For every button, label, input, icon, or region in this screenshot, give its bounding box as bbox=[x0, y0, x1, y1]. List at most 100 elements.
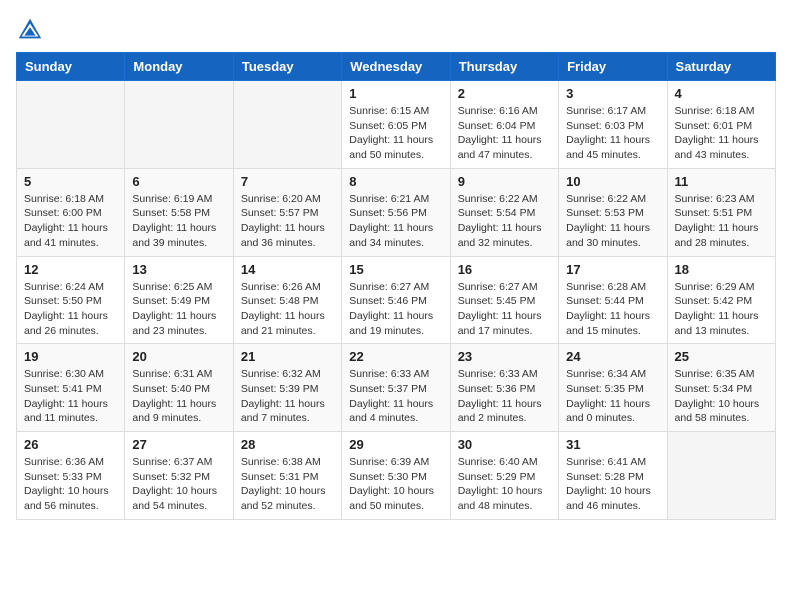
calendar-cell: 26 Sunrise: 6:36 AM Sunset: 5:33 PM Dayli… bbox=[17, 432, 125, 520]
day-info: Sunrise: 6:40 AM Sunset: 5:29 PM Dayligh… bbox=[458, 455, 551, 514]
day-number: 15 bbox=[349, 262, 442, 277]
weekday-header-wednesday: Wednesday bbox=[342, 53, 450, 81]
day-info: Sunrise: 6:18 AM Sunset: 6:00 PM Dayligh… bbox=[24, 192, 117, 251]
calendar-cell: 16 Sunrise: 6:27 AM Sunset: 5:45 PM Dayli… bbox=[450, 256, 558, 344]
day-info: Sunrise: 6:28 AM Sunset: 5:44 PM Dayligh… bbox=[566, 280, 659, 339]
calendar-cell: 4Sunrise: 6:18 AM Sunset: 6:01 PM Daylig… bbox=[667, 81, 775, 169]
calendar-cell: 18Sunrise: 6:29 AM Sunset: 5:42 PM Dayli… bbox=[667, 256, 775, 344]
day-number: 1 bbox=[349, 86, 442, 101]
calendar-cell bbox=[125, 81, 233, 169]
day-info: Sunrise: 6:18 AM Sunset: 6:01 PM Dayligh… bbox=[675, 104, 768, 163]
calendar-cell: 2 Sunrise: 6:16 AM Sunset: 6:04 PM Daylig… bbox=[450, 81, 558, 169]
calendar-week-row: 19 Sunrise: 6:30 AM Sunset: 5:41 PM Dayli… bbox=[17, 344, 776, 432]
day-info: Sunrise: 6:32 AM Sunset: 5:39 PM Dayligh… bbox=[241, 367, 334, 426]
calendar-week-row: 26 Sunrise: 6:36 AM Sunset: 5:33 PM Dayli… bbox=[17, 432, 776, 520]
calendar-cell: 25 Sunrise: 6:35 AM Sunset: 5:34 PM Dayli… bbox=[667, 344, 775, 432]
day-info: Sunrise: 6:33 AM Sunset: 5:36 PM Dayligh… bbox=[458, 367, 551, 426]
day-number: 26 bbox=[24, 437, 117, 452]
day-number: 20 bbox=[132, 349, 225, 364]
calendar-cell: 11 Sunrise: 6:23 AM Sunset: 5:51 PM Dayli… bbox=[667, 168, 775, 256]
calendar-cell: 21 Sunrise: 6:32 AM Sunset: 5:39 PM Dayli… bbox=[233, 344, 341, 432]
day-info: Sunrise: 6:15 AM Sunset: 6:05 PM Dayligh… bbox=[349, 104, 442, 163]
day-number: 3 bbox=[566, 86, 659, 101]
calendar-cell: 22 Sunrise: 6:33 AM Sunset: 5:37 PM Dayli… bbox=[342, 344, 450, 432]
calendar-cell: 9Sunrise: 6:22 AM Sunset: 5:54 PM Daylig… bbox=[450, 168, 558, 256]
day-info: Sunrise: 6:35 AM Sunset: 5:34 PM Dayligh… bbox=[675, 367, 768, 426]
day-number: 28 bbox=[241, 437, 334, 452]
day-number: 21 bbox=[241, 349, 334, 364]
calendar-cell: 20 Sunrise: 6:31 AM Sunset: 5:40 PM Dayli… bbox=[125, 344, 233, 432]
calendar-cell: 31 Sunrise: 6:41 AM Sunset: 5:28 PM Dayli… bbox=[559, 432, 667, 520]
calendar-cell bbox=[667, 432, 775, 520]
calendar-cell: 12 Sunrise: 6:24 AM Sunset: 5:50 PM Dayli… bbox=[17, 256, 125, 344]
logo bbox=[16, 16, 48, 44]
day-info: Sunrise: 6:31 AM Sunset: 5:40 PM Dayligh… bbox=[132, 367, 225, 426]
day-info: Sunrise: 6:34 AM Sunset: 5:35 PM Dayligh… bbox=[566, 367, 659, 426]
calendar-cell: 15 Sunrise: 6:27 AM Sunset: 5:46 PM Dayli… bbox=[342, 256, 450, 344]
calendar-cell bbox=[233, 81, 341, 169]
calendar-week-row: 1 Sunrise: 6:15 AM Sunset: 6:05 PM Daylig… bbox=[17, 81, 776, 169]
calendar-cell: 13 Sunrise: 6:25 AM Sunset: 5:49 PM Dayli… bbox=[125, 256, 233, 344]
day-number: 14 bbox=[241, 262, 334, 277]
day-info: Sunrise: 6:33 AM Sunset: 5:37 PM Dayligh… bbox=[349, 367, 442, 426]
calendar-cell: 30 Sunrise: 6:40 AM Sunset: 5:29 PM Dayli… bbox=[450, 432, 558, 520]
day-number: 13 bbox=[132, 262, 225, 277]
page-header bbox=[16, 16, 776, 44]
calendar-cell: 14 Sunrise: 6:26 AM Sunset: 5:48 PM Dayli… bbox=[233, 256, 341, 344]
day-number: 12 bbox=[24, 262, 117, 277]
calendar-cell: 3 Sunrise: 6:17 AM Sunset: 6:03 PM Daylig… bbox=[559, 81, 667, 169]
day-number: 2 bbox=[458, 86, 551, 101]
calendar-cell: 29 Sunrise: 6:39 AM Sunset: 5:30 PM Dayli… bbox=[342, 432, 450, 520]
day-number: 16 bbox=[458, 262, 551, 277]
calendar-cell: 24 Sunrise: 6:34 AM Sunset: 5:35 PM Dayli… bbox=[559, 344, 667, 432]
day-info: Sunrise: 6:30 AM Sunset: 5:41 PM Dayligh… bbox=[24, 367, 117, 426]
weekday-header-tuesday: Tuesday bbox=[233, 53, 341, 81]
calendar-week-row: 5Sunrise: 6:18 AM Sunset: 6:00 PM Daylig… bbox=[17, 168, 776, 256]
day-info: Sunrise: 6:22 AM Sunset: 5:54 PM Dayligh… bbox=[458, 192, 551, 251]
day-number: 24 bbox=[566, 349, 659, 364]
day-number: 17 bbox=[566, 262, 659, 277]
day-info: Sunrise: 6:27 AM Sunset: 5:46 PM Dayligh… bbox=[349, 280, 442, 339]
day-number: 19 bbox=[24, 349, 117, 364]
calendar-week-row: 12 Sunrise: 6:24 AM Sunset: 5:50 PM Dayli… bbox=[17, 256, 776, 344]
day-info: Sunrise: 6:23 AM Sunset: 5:51 PM Dayligh… bbox=[675, 192, 768, 251]
day-number: 27 bbox=[132, 437, 225, 452]
day-info: Sunrise: 6:39 AM Sunset: 5:30 PM Dayligh… bbox=[349, 455, 442, 514]
day-info: Sunrise: 6:17 AM Sunset: 6:03 PM Dayligh… bbox=[566, 104, 659, 163]
day-info: Sunrise: 6:22 AM Sunset: 5:53 PM Dayligh… bbox=[566, 192, 659, 251]
calendar-cell: 1 Sunrise: 6:15 AM Sunset: 6:05 PM Daylig… bbox=[342, 81, 450, 169]
calendar-cell: 10Sunrise: 6:22 AM Sunset: 5:53 PM Dayli… bbox=[559, 168, 667, 256]
calendar-cell: 23Sunrise: 6:33 AM Sunset: 5:36 PM Dayli… bbox=[450, 344, 558, 432]
day-number: 29 bbox=[349, 437, 442, 452]
weekday-header-thursday: Thursday bbox=[450, 53, 558, 81]
day-number: 31 bbox=[566, 437, 659, 452]
day-info: Sunrise: 6:27 AM Sunset: 5:45 PM Dayligh… bbox=[458, 280, 551, 339]
day-info: Sunrise: 6:16 AM Sunset: 6:04 PM Dayligh… bbox=[458, 104, 551, 163]
calendar-cell: 6Sunrise: 6:19 AM Sunset: 5:58 PM Daylig… bbox=[125, 168, 233, 256]
weekday-header-row: SundayMondayTuesdayWednesdayThursdayFrid… bbox=[17, 53, 776, 81]
weekday-header-saturday: Saturday bbox=[667, 53, 775, 81]
day-number: 18 bbox=[675, 262, 768, 277]
calendar-table: SundayMondayTuesdayWednesdayThursdayFrid… bbox=[16, 52, 776, 520]
day-number: 8 bbox=[349, 174, 442, 189]
day-number: 22 bbox=[349, 349, 442, 364]
day-info: Sunrise: 6:19 AM Sunset: 5:58 PM Dayligh… bbox=[132, 192, 225, 251]
day-info: Sunrise: 6:26 AM Sunset: 5:48 PM Dayligh… bbox=[241, 280, 334, 339]
day-number: 30 bbox=[458, 437, 551, 452]
day-info: Sunrise: 6:37 AM Sunset: 5:32 PM Dayligh… bbox=[132, 455, 225, 514]
day-info: Sunrise: 6:36 AM Sunset: 5:33 PM Dayligh… bbox=[24, 455, 117, 514]
weekday-header-friday: Friday bbox=[559, 53, 667, 81]
day-number: 25 bbox=[675, 349, 768, 364]
day-info: Sunrise: 6:21 AM Sunset: 5:56 PM Dayligh… bbox=[349, 192, 442, 251]
calendar-cell: 8 Sunrise: 6:21 AM Sunset: 5:56 PM Daylig… bbox=[342, 168, 450, 256]
calendar-cell: 28Sunrise: 6:38 AM Sunset: 5:31 PM Dayli… bbox=[233, 432, 341, 520]
day-info: Sunrise: 6:20 AM Sunset: 5:57 PM Dayligh… bbox=[241, 192, 334, 251]
day-info: Sunrise: 6:25 AM Sunset: 5:49 PM Dayligh… bbox=[132, 280, 225, 339]
weekday-header-sunday: Sunday bbox=[17, 53, 125, 81]
logo-icon bbox=[16, 16, 44, 44]
day-info: Sunrise: 6:24 AM Sunset: 5:50 PM Dayligh… bbox=[24, 280, 117, 339]
calendar-cell: 7Sunrise: 6:20 AM Sunset: 5:57 PM Daylig… bbox=[233, 168, 341, 256]
day-info: Sunrise: 6:41 AM Sunset: 5:28 PM Dayligh… bbox=[566, 455, 659, 514]
calendar-cell: 5Sunrise: 6:18 AM Sunset: 6:00 PM Daylig… bbox=[17, 168, 125, 256]
day-number: 11 bbox=[675, 174, 768, 189]
